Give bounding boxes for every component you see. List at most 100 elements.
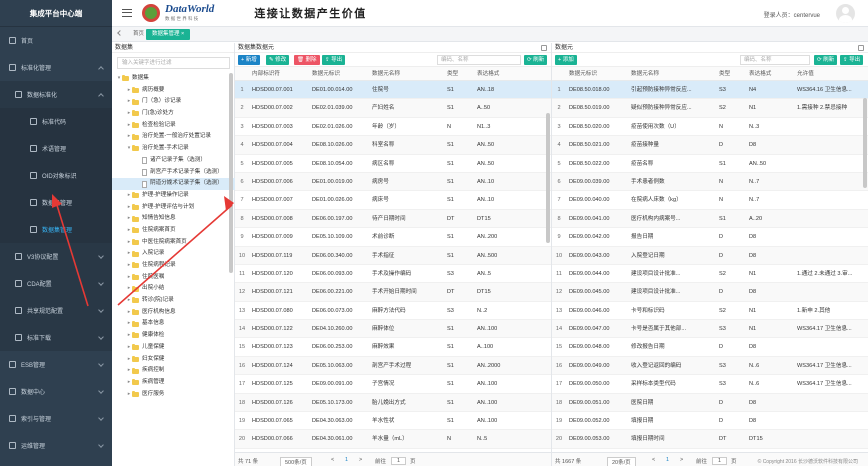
right-page-size-select[interactable]: 20条/页: [607, 457, 636, 466]
table-row[interactable]: 9 DE09.00.042.00 报告日期 D D8: [552, 228, 868, 247]
sidebar-item-10[interactable]: 共享规范配置: [0, 297, 112, 324]
tree-node[interactable]: ▸ 治疗处置-一般治疗处置记录: [112, 131, 235, 143]
right-column-header[interactable]: 数据元标识: [566, 67, 628, 80]
table-row[interactable]: 4 DE08.50.021.00 疫苗接种量 D D8: [552, 136, 868, 155]
mid-column-header[interactable]: [235, 67, 249, 80]
sidebar-item-11[interactable]: 标准下载: [0, 324, 112, 351]
sidebar-item-4[interactable]: 术语管理: [0, 135, 112, 162]
table-row[interactable]: 18 DE09.00.051.00 医院日期 D D8: [552, 393, 868, 413]
tree-node[interactable]: ▸ 病历概要: [112, 85, 235, 97]
table-row[interactable]: 11 HDSD00.07.120 DE06.00.093.00 手术及操作编码 S3 AN…: [235, 264, 551, 284]
sidebar-item-2[interactable]: 数据标准化: [0, 81, 112, 108]
tab-dataset-management[interactable]: 数据集管理 ×: [146, 29, 191, 40]
tree-node[interactable]: 诸产记录子集（选测）: [112, 155, 235, 167]
tree-node[interactable]: ▾ 治疗处置-手术记录: [112, 143, 235, 155]
mid-page-size-select[interactable]: 500条/页: [280, 457, 312, 466]
tree-node[interactable]: ▸ 转诊(院)记录: [112, 295, 235, 307]
tree-filter-input[interactable]: 输入关键字进行过滤: [117, 57, 230, 69]
sidebar-item-6[interactable]: 数据元管理: [0, 189, 112, 216]
table-row[interactable]: 2 DE08.50.019.00 疑似预防接种异常反应... S2 N1 1.需接种 2.…: [552, 99, 868, 118]
table-row[interactable]: 18 HDSD00.07.126 DE05.10.173.00 胎儿娩出方式 S1 AN.…: [235, 393, 551, 413]
tree-node[interactable]: ▸ 知情告知信息: [112, 213, 235, 225]
right-column-header[interactable]: 数据元名称: [628, 67, 716, 80]
export-button[interactable]: ⇪ 导出: [322, 55, 346, 65]
table-row[interactable]: 6 HDSD00.07.006 DE01.00.019.00 病房号 S1 AN..10: [235, 172, 551, 192]
mid-column-header[interactable]: 数据元标识: [309, 67, 369, 80]
tab-scroll-left-icon[interactable]: [117, 30, 123, 36]
tree-node[interactable]: ▸ 门(急)诊处方: [112, 108, 235, 120]
table-row[interactable]: 4 HDSD00.07.004 DE08.10.026.00 科室名称 S1 AN..50: [235, 136, 551, 155]
table-row[interactable]: 17 HDSD00.07.125 DE09.00.091.00 子宫情况 S1 AN..1…: [235, 375, 551, 394]
sidebar-item-0[interactable]: 首页: [0, 27, 112, 54]
table-row[interactable]: 19 HDSD00.07.065 DE04.30.063.00 羊水性状 S1 AN..1…: [235, 412, 551, 431]
sidebar-item-5[interactable]: OID对象标识: [0, 162, 112, 189]
table-row[interactable]: 5 HDSD00.07.005 DE08.10.054.00 病区名称 S1 AN..50: [235, 154, 551, 173]
tree-node[interactable]: ▸ 中医住院病案首页: [112, 237, 235, 249]
tree-node[interactable]: ▸ 疾病管理: [112, 377, 235, 389]
tree-node[interactable]: 阴道分娩术记录子集（选测）: [112, 178, 235, 190]
tree-node[interactable]: ▸ 疾病控制: [112, 365, 235, 377]
sidebar-item-16[interactable]: 其它配置: [0, 459, 112, 466]
expand-icon[interactable]: [541, 45, 547, 51]
avatar[interactable]: [836, 4, 855, 23]
mid-search-input[interactable]: 编码、名称: [437, 55, 521, 65]
table-row[interactable]: 14 DE09.00.047.00 卡号是否属于其他部... S3 N1 WS364.17…: [552, 320, 868, 339]
table-row[interactable]: 11 DE09.00.044.00 建设项目设计批准... S2 N1 1.通过 2.未通…: [552, 264, 868, 284]
table-row[interactable]: 1 DE08.50.018.00 引起预防接种异常反应... S3 N4 WS364.16…: [552, 81, 868, 100]
table-row[interactable]: 15 HDSD00.07.123 DE06.00.253.00 麻醉效果 S1 A..10…: [235, 338, 551, 357]
right-column-header[interactable]: 表达格式: [746, 67, 794, 80]
table-row[interactable]: 12 DE09.00.045.00 建设项目设计批准... D D8: [552, 283, 868, 302]
table-row[interactable]: 19 DE09.00.052.00 填报日期 D D8: [552, 412, 868, 431]
tree-node[interactable]: ▸ 入院记录: [112, 248, 235, 260]
tree-node[interactable]: ▸ 护理-护理评估与计划: [112, 202, 235, 214]
tree-node[interactable]: ▸ 儿童保健: [112, 342, 235, 354]
sidebar-item-15[interactable]: 运维管理: [0, 432, 112, 459]
right-current-page[interactable]: 1: [666, 457, 669, 463]
sidebar-item-13[interactable]: 数据中心: [0, 378, 112, 405]
table-row[interactable]: 9 HDSD00.07.009 DE05.10.109.00 术前诊断 S1 AN..20…: [235, 228, 551, 247]
mid-current-page[interactable]: 1: [345, 457, 348, 463]
sidebar-item-7[interactable]: 数据集管理: [0, 216, 112, 243]
attach-button[interactable]: + 添加: [555, 55, 577, 65]
table-row[interactable]: 20 HDSD00.07.066 DE04.30.061.00 羊水量（mL） N N..…: [235, 430, 551, 449]
sidebar-item-3[interactable]: 标准代码: [0, 108, 112, 135]
table-row[interactable]: 7 HDSD00.07.007 DE01.00.026.00 病床号 S1 AN..10: [235, 191, 551, 210]
tree-node[interactable]: ▸ 健康体检: [112, 330, 235, 342]
right-goto-input[interactable]: 1: [712, 457, 728, 465]
mid-column-header[interactable]: 内部标识符: [249, 67, 309, 80]
right-search-input[interactable]: 编码、名称: [740, 55, 810, 65]
sidebar-item-8[interactable]: V3协议配置: [0, 243, 112, 270]
table-row[interactable]: 10 HDSD00.07.119 DE06.00.340.00 手术指征 S1 AN..5…: [235, 246, 551, 265]
table-row[interactable]: 6 DE09.00.039.00 手术患者例数 N N..7: [552, 172, 868, 192]
right-column-header[interactable]: 允许值: [794, 67, 864, 80]
tree-node[interactable]: ▸ 住院病程记录: [112, 260, 235, 272]
table-row[interactable]: 12 HDSD00.07.121 DE06.00.221.00 手术开始日期时间 DT D…: [235, 283, 551, 302]
table-row[interactable]: 13 DE09.00.046.00 卡号和标识码 S2 N1 1.新申 2.其他: [552, 301, 868, 321]
table-row[interactable]: 16 HDSD00.07.124 DE05.10.063.00 剖宫产手术过程 S1 AN…: [235, 356, 551, 376]
expand-icon[interactable]: [858, 45, 864, 51]
table-row[interactable]: 10 DE09.00.043.00 入院登记日期 D D8: [552, 246, 868, 265]
table-row[interactable]: 8 DE09.00.041.00 医疗机构内病案号... S1 A..20: [552, 209, 868, 229]
right-next-page-button[interactable]: >: [680, 457, 683, 463]
menu-toggle-icon[interactable]: [122, 9, 132, 17]
right-export-button[interactable]: ⇪ 导出: [840, 55, 864, 65]
table-row[interactable]: 8 HDSD00.07.008 DE06.00.197.00 待产日期时间 DT DT15: [235, 209, 551, 229]
table-row[interactable]: 15 DE09.00.048.00 修改报告日期 D D8: [552, 338, 868, 357]
tree-node[interactable]: ▸ 妇女保健: [112, 354, 235, 366]
mid-column-header[interactable]: 数据元名称: [369, 67, 444, 80]
tree-node[interactable]: ▸ 护理-护理操作记录: [112, 190, 235, 202]
table-row[interactable]: 2 HDSD00.07.002 DE02.01.039.00 产妇姓名 S1 A..50: [235, 99, 551, 118]
tree-node[interactable]: ▸ 基本信息: [112, 318, 235, 330]
mid-prev-page-button[interactable]: <: [331, 457, 334, 463]
table-row[interactable]: 17 DE09.00.050.00 采样标本类型代码 S3 N..6 WS364.17 卫…: [552, 375, 868, 394]
mid-column-header[interactable]: 表达格式: [474, 67, 548, 80]
delete-button[interactable]: 🗑 删除: [294, 55, 320, 65]
mid-column-header[interactable]: 类型: [444, 67, 474, 80]
tree-node[interactable]: ▸ 住院医嘱: [112, 272, 235, 284]
sidebar-item-1[interactable]: 标准化管理: [0, 54, 112, 81]
table-row[interactable]: 3 HDSD00.07.003 DE02.01.026.00 年龄（岁） N N1..3: [235, 117, 551, 137]
tree-node[interactable]: ▸ 检查检验记录: [112, 120, 235, 132]
table-row[interactable]: 3 DE08.50.020.00 疫苗使用次数（U） N N..3: [552, 117, 868, 137]
mid-goto-input[interactable]: 1: [391, 457, 407, 465]
sidebar-item-9[interactable]: CDA配置: [0, 270, 112, 297]
